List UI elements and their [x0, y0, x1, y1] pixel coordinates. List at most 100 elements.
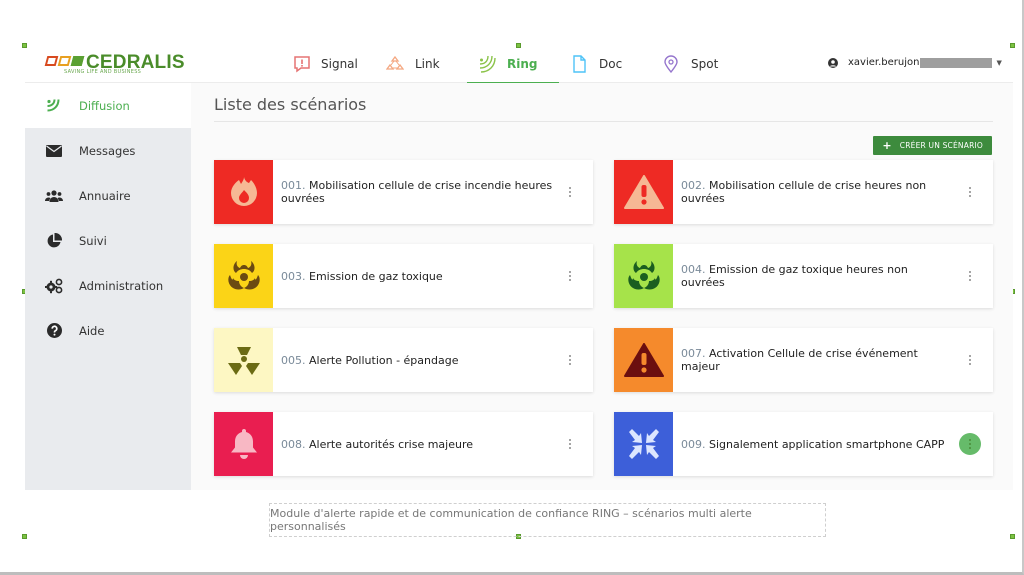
more-options-button[interactable] — [959, 265, 981, 287]
ring-waves-icon — [477, 54, 497, 74]
scenario-label: Signalement application smartphone CAPP — [709, 437, 945, 451]
more-options-button[interactable] — [959, 433, 981, 455]
more-options-button[interactable] — [959, 181, 981, 203]
kebab-menu-icon — [969, 271, 971, 281]
cedralis-logo[interactable]: CEDRALIS SAVING LIFE AND BUSINESS — [44, 52, 185, 79]
more-options-button[interactable] — [559, 349, 581, 371]
kebab-menu-icon — [569, 187, 571, 197]
scenario-card[interactable]: 004. Emission de gaz toxique heures non … — [614, 244, 993, 308]
plus-icon: + — [882, 139, 892, 152]
sidebar-item-label: Aide — [79, 323, 105, 338]
scenario-number: 007. — [681, 347, 706, 360]
link-network-icon — [385, 54, 405, 74]
screenshot-frame: CEDRALIS SAVING LIFE AND BUSINESS Signal… — [0, 0, 1024, 575]
scenario-number: 009. — [681, 437, 706, 451]
resize-handle[interactable] — [22, 534, 27, 539]
gears-icon — [45, 278, 63, 294]
scenario-label: Alerte Pollution - épandage — [309, 353, 459, 367]
kebab-menu-icon — [569, 355, 571, 365]
scenario-number: 008. — [281, 437, 306, 451]
kebab-menu-icon — [969, 187, 971, 197]
kebab-menu-icon — [969, 439, 971, 449]
scenario-card[interactable]: 002. Mobilisation cellule de crise heure… — [614, 160, 993, 224]
scenario-card[interactable]: 007. Activation Cellule de crise événeme… — [614, 328, 993, 392]
location-pin-icon — [661, 54, 681, 74]
resize-handle[interactable] — [1010, 534, 1015, 539]
scenario-title: 001. Mobilisation cellule de crise incen… — [273, 179, 593, 205]
sidebar-item-label: Annuaire — [79, 188, 131, 203]
sidebar-item-annuaire[interactable]: Annuaire — [25, 173, 191, 218]
main-content: Liste des scénarios + CRÉER UN SCÉNARIO … — [191, 83, 1013, 490]
scenario-title: 008. Alerte autorités crise majeure — [273, 438, 593, 451]
scenario-label: Activation Cellule de crise événement ma… — [681, 347, 918, 373]
scenario-title: 003. Emission de gaz toxique — [273, 270, 593, 283]
broadcast-icon — [45, 98, 63, 114]
create-scenario-button[interactable]: + CRÉER UN SCÉNARIO — [873, 136, 992, 155]
sidebar-item-administration[interactable]: Administration — [25, 263, 191, 308]
tab-doc[interactable]: Doc — [559, 45, 651, 83]
tab-label: Doc — [599, 57, 623, 71]
scenario-card[interactable]: 008. Alerte autorités crise majeure — [214, 412, 593, 476]
top-header: CEDRALIS SAVING LIFE AND BUSINESS Signal… — [25, 45, 1013, 84]
question-circle-icon — [45, 323, 63, 339]
more-options-button[interactable] — [559, 433, 581, 455]
scenario-number: 003. — [281, 269, 306, 283]
scenario-title: 004. Emission de gaz toxique heures non … — [673, 263, 993, 289]
logo-mark-green — [70, 56, 85, 66]
bell-icon — [214, 412, 273, 476]
tab-signal[interactable]: Signal — [283, 45, 375, 83]
scenario-card[interactable]: 003. Emission de gaz toxique — [214, 244, 593, 308]
fire-icon — [214, 160, 273, 224]
sidebar-item-aide[interactable]: Aide — [25, 308, 191, 353]
more-options-button[interactable] — [559, 181, 581, 203]
biohazard-icon — [214, 244, 273, 308]
kebab-menu-icon — [969, 355, 971, 365]
scenario-number: 001. — [281, 179, 306, 192]
more-options-button[interactable] — [559, 265, 581, 287]
sidebar-item-diffusion[interactable]: Diffusion — [25, 83, 191, 128]
tab-label: Link — [415, 57, 440, 71]
page-title: Liste des scénarios — [214, 95, 367, 114]
user-name: xavier.berujon — [848, 57, 920, 68]
scenario-label: Emission de gaz toxique heures non ouvré… — [681, 263, 908, 289]
scenario-title: 005. Alerte Pollution - épandage — [273, 354, 593, 367]
tab-link[interactable]: Link — [375, 45, 467, 83]
users-icon — [45, 188, 63, 204]
caret-down-icon: ▼ — [996, 58, 1002, 67]
scenario-card[interactable]: 001. Mobilisation cellule de crise incen… — [214, 160, 593, 224]
signal-alert-icon — [293, 54, 311, 74]
title-divider — [214, 121, 993, 122]
sidebar: Diffusion Messages Annuaire Suivi Admini… — [25, 83, 191, 490]
logo-mark-red — [44, 56, 59, 66]
user-menu[interactable]: xavier.berujon ▼ — [828, 57, 1002, 68]
scenario-label: Mobilisation cellule de crise heures non… — [681, 179, 927, 205]
more-options-button[interactable] — [959, 349, 981, 371]
scenario-card[interactable]: 009. Signalement application smartphone … — [614, 412, 993, 476]
tab-ring[interactable]: Ring — [467, 45, 559, 84]
logo-tagline: SAVING LIFE AND BUSINESS — [64, 69, 142, 75]
scenario-label: Emission de gaz toxique — [309, 269, 443, 283]
redacted-text — [920, 57, 993, 68]
compress-arrows-icon — [614, 412, 673, 476]
scenario-number: 005. — [281, 353, 306, 367]
scenario-number: 002. — [681, 179, 706, 192]
create-scenario-label: CRÉER UN SCÉNARIO — [899, 141, 983, 150]
scenario-grid: 001. Mobilisation cellule de crise incen… — [214, 160, 993, 476]
tab-label: Signal — [321, 57, 358, 71]
scenario-title: 007. Activation Cellule de crise événeme… — [673, 347, 993, 373]
tab-spot[interactable]: Spot — [651, 45, 743, 83]
sidebar-item-label: Messages — [79, 143, 136, 158]
sidebar-item-label: Administration — [79, 278, 164, 293]
envelope-icon — [45, 143, 63, 159]
image-caption: Module d'alerte rapide et de communicati… — [269, 503, 826, 537]
biohazard-icon — [614, 244, 673, 308]
sidebar-item-suivi[interactable]: Suivi — [25, 218, 191, 263]
kebab-menu-icon — [569, 271, 571, 281]
scenario-title: 009. Signalement application smartphone … — [673, 438, 993, 451]
logo-marks — [44, 56, 85, 66]
sidebar-item-messages[interactable]: Messages — [25, 128, 191, 173]
warning-triangle-icon — [614, 328, 673, 392]
scenario-number: 004. — [681, 263, 706, 276]
kebab-menu-icon — [569, 439, 571, 449]
scenario-card[interactable]: 005. Alerte Pollution - épandage — [214, 328, 593, 392]
